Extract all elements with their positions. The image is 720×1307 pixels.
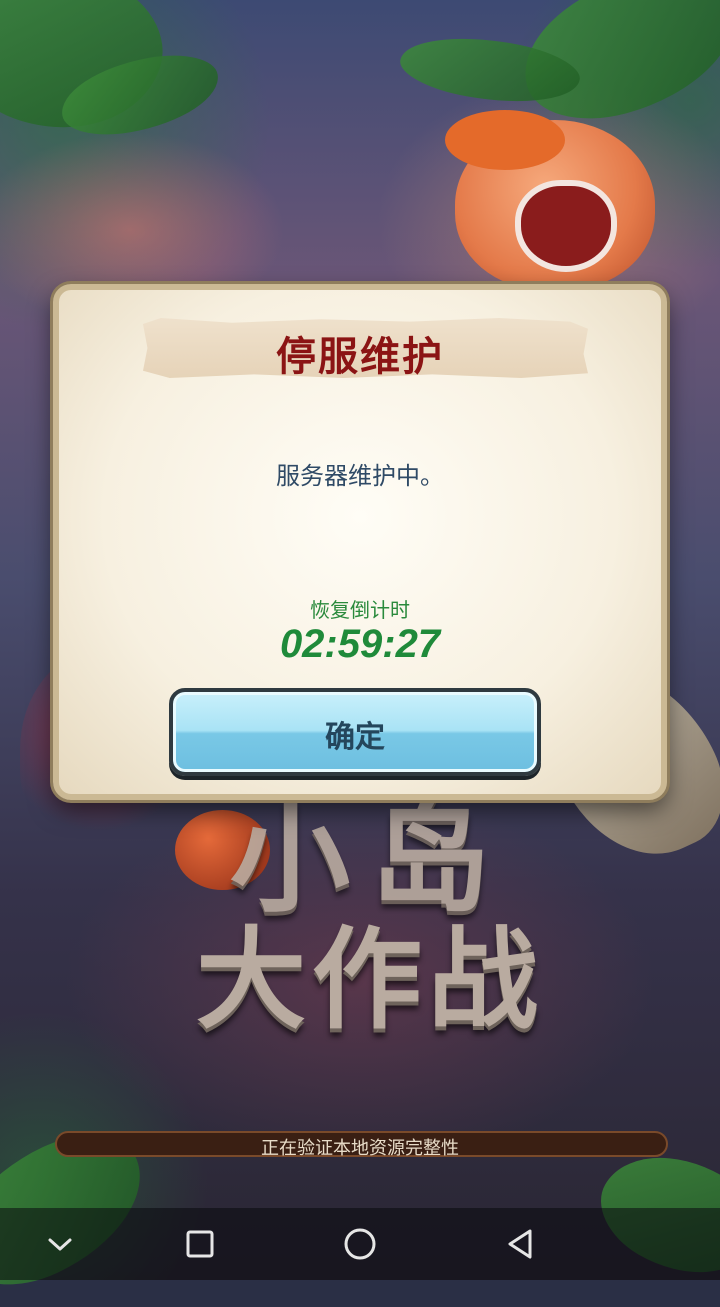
game-logo-line1: 小岛 xyxy=(230,790,510,929)
system-navigation-bar xyxy=(0,1208,720,1280)
screaming-character xyxy=(445,110,655,290)
circle-home-icon[interactable] xyxy=(342,1226,378,1262)
dialog-title: 停服维护 xyxy=(276,334,444,380)
triangle-back-icon[interactable] xyxy=(502,1226,538,1262)
chevron-down-icon[interactable] xyxy=(42,1226,78,1262)
game-logo: 小岛 大作战 xyxy=(170,800,570,1050)
loading-status-text: 正在验证本地资源完整性 xyxy=(261,1138,459,1159)
countdown-label: 恢复倒计时 xyxy=(310,598,410,622)
game-logo-line2: 大作战 xyxy=(196,916,544,1044)
character-hair xyxy=(445,110,565,170)
countdown-timer: 02:59:27 xyxy=(279,622,441,666)
character-mouth xyxy=(515,180,617,272)
confirm-button[interactable]: 确定 xyxy=(169,688,541,776)
square-recents-icon[interactable] xyxy=(182,1226,218,1262)
dialog-message: 服务器维护中。 xyxy=(276,462,444,490)
maintenance-dialog: 停服维护 服务器维护中。 恢复倒计时 02:59:27 确定 xyxy=(53,284,667,800)
confirm-button-label: 确定 xyxy=(325,720,385,755)
